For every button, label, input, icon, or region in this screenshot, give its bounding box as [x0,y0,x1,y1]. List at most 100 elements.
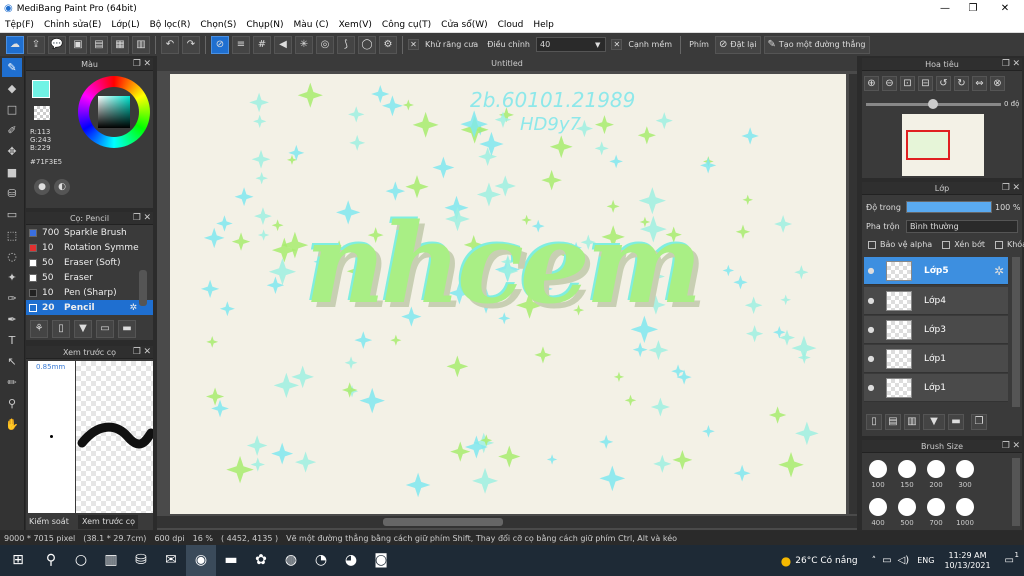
close-icon[interactable]: ✕ [1012,182,1020,195]
straight-line-button[interactable]: ✎ Tạo một đường thẳng [763,35,870,54]
close-icon[interactable]: ✕ [143,58,151,71]
folder-icon[interactable]: ▬ [118,320,136,338]
lasso-tool-icon[interactable]: ◌ [2,247,22,266]
visibility-icon[interactable]: ● [864,383,878,392]
weather-text[interactable]: 26°C Có nắng [795,556,857,566]
store-icon[interactable]: ⛁ [126,545,156,576]
layer-row-selected[interactable]: ● Lớp5 ✲ [864,257,1008,285]
zoom-in-icon[interactable]: ⊕ [864,76,879,91]
radial-snap-icon[interactable]: ✳ [295,35,313,54]
menu-color[interactable]: Màu (C) [289,20,334,30]
add-brush-icon[interactable]: ▼ [74,320,92,338]
brush-size-option[interactable]: 300 [953,458,977,492]
gear-icon[interactable]: ✲ [129,303,137,313]
brush-item[interactable]: 700 Sparkle Brush [26,225,153,240]
chrome-icon[interactable]: ◕ [336,545,366,576]
new-layer-8bit-icon[interactable]: ▤ [885,414,901,430]
parallel-snap-icon[interactable]: ≡ [232,35,250,54]
settings-icon[interactable]: ⚙ [379,35,397,54]
fill-rect-tool-icon[interactable]: ■ [2,163,22,182]
lock-checkbox[interactable] [994,240,1003,249]
brush-item[interactable]: 10 Rotation Symme [26,240,153,255]
new-brush-icon[interactable]: ▯ [52,320,70,338]
network-icon[interactable]: ▭ [882,555,891,566]
hue-wheel[interactable] [78,76,150,148]
menu-layer[interactable]: Lớp(L) [106,20,144,30]
clip-checkbox[interactable] [942,240,951,249]
undock-icon[interactable]: ❐ [1002,58,1010,71]
text-tool-icon[interactable]: T [2,331,22,350]
layer-row[interactable]: ● Lớp1 [864,374,1008,402]
close-icon[interactable]: ✕ [143,346,151,359]
undock-icon[interactable]: ❐ [133,212,141,225]
close-button[interactable]: ✕ [990,0,1020,17]
layer-row[interactable]: ● Lớp4 [864,287,1008,315]
zoom-out-icon[interactable]: ⊖ [882,76,897,91]
visibility-icon[interactable]: ● [864,354,878,363]
tab-brush-preview[interactable]: Xem trước cọ [78,515,138,529]
gradient-tool-icon[interactable]: ▭ [2,205,22,224]
zalo-icon[interactable]: ◍ [276,545,306,576]
document-tab[interactable]: Untitled [157,56,857,71]
search-icon[interactable]: ⚲ [36,545,66,576]
save-icon[interactable]: ▣ [69,35,87,54]
folder-icon[interactable]: ▬ [948,414,964,430]
fit-icon[interactable]: ⊡ [900,76,915,91]
layer-row[interactable]: ● Lớp3 [864,316,1008,344]
saturation-square[interactable] [98,96,130,128]
chat-icon[interactable]: 💬 [48,35,66,54]
brush-lib-icon[interactable]: ⚘ [30,320,48,338]
page-icon[interactable]: ▥ [132,35,150,54]
share-icon[interactable]: ⇪ [27,35,45,54]
zoom-icon[interactable]: ◙ [366,545,396,576]
brush-size-option[interactable]: 200 [924,458,948,492]
gear-icon[interactable]: ✲ [994,264,1004,278]
visibility-icon[interactable]: ● [864,325,878,334]
brush-size-option[interactable]: 1000 [953,496,977,530]
file-explorer-icon[interactable]: ▬ [216,545,246,576]
clock[interactable]: 11:29 AM 10/13/2021 [944,551,990,571]
vertical-scrollbar[interactable] [849,74,857,514]
mail-icon[interactable]: ✉ [156,545,186,576]
snap-off-icon[interactable]: ⊘ [211,35,229,54]
menu-view[interactable]: Xem(V) [334,20,377,30]
undock-icon[interactable]: ❐ [133,346,141,359]
brush-item-selected[interactable]: 20 Pencil ✲ [26,300,153,315]
menu-window[interactable]: Cửa sổ(W) [436,20,492,30]
hand-tool-icon[interactable]: ✋ [2,415,22,434]
brush-item[interactable]: 50 Eraser (Soft) [26,255,153,270]
brush-size-option[interactable]: 150 [895,458,919,492]
ellipse-snap-icon[interactable]: ◯ [358,35,376,54]
medibang-icon[interactable]: ◉ [186,545,216,576]
rotate-left-icon[interactable]: ↺ [936,76,951,91]
layer-row[interactable]: ● Lớp1 [864,345,1008,373]
operation-tool-icon[interactable]: ↖ [2,352,22,371]
close-icon[interactable]: ✕ [143,212,151,225]
notification-icon[interactable]: ▭ 1 [1005,551,1019,566]
soft-edge-checkbox[interactable]: ✕ [611,39,623,50]
cross-snap-icon[interactable]: # [253,35,271,54]
horizontal-scrollbar[interactable] [157,516,857,528]
undock-icon[interactable]: ❐ [133,58,141,71]
menu-edit[interactable]: Chỉnh sửa(E) [39,20,106,30]
actual-size-icon[interactable]: ⊟ [918,76,933,91]
menu-cloud[interactable]: Cloud [493,20,529,30]
antialias-checkbox[interactable]: ✕ [408,39,419,50]
palette-add-icon[interactable]: ◐ [54,179,70,195]
brush-tool-icon[interactable]: ✎ [2,58,22,77]
brush-list-scrollbar[interactable] [139,270,147,306]
magic-wand-icon[interactable]: ✦ [2,268,22,287]
new-layer-icon[interactable]: ▯ [866,414,882,430]
menu-file[interactable]: Tệp(F) [0,20,39,30]
grid-icon[interactable]: ▦ [111,35,129,54]
undo-icon[interactable]: ↶ [161,35,179,54]
reset-button[interactable]: ⊘ Đặt lại [714,35,761,54]
bucket-tool-icon[interactable]: ⛁ [2,184,22,203]
app-icon[interactable]: ✿ [246,545,276,576]
task-view-icon[interactable]: ▥ [96,545,126,576]
brush-item[interactable]: 50 Eraser [26,270,153,285]
volume-icon[interactable]: ◁) [898,555,910,566]
flip-icon[interactable]: ⇔ [972,76,987,91]
add-layer-dropdown-icon[interactable]: ▼ [923,414,945,430]
eraser-tool-icon[interactable]: ◆ [2,79,22,98]
